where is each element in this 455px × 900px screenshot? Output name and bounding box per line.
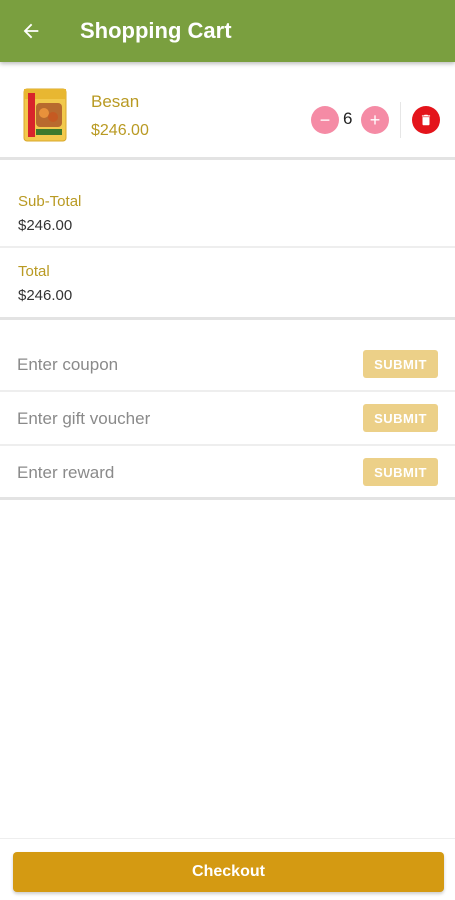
back-button[interactable] <box>0 0 62 62</box>
app-bar: Shopping Cart <box>0 0 455 62</box>
item-divider <box>400 102 401 138</box>
totals-section: Sub-Total $246.00 Total $246.00 <box>0 178 455 320</box>
gift-voucher-row: SUBMIT <box>0 392 455 446</box>
decrease-quantity-button[interactable]: − <box>311 106 339 134</box>
total-value: $246.00 <box>18 287 73 304</box>
reward-row: SUBMIT <box>0 446 455 500</box>
product-name: Besan <box>91 92 140 111</box>
app-root: Shopping Cart Besan $246.00 − 6 + Sub-To… <box>0 0 455 900</box>
gift-voucher-input[interactable] <box>17 404 337 434</box>
increase-quantity-button[interactable]: + <box>361 106 389 134</box>
subtotal-label: Sub-Total <box>18 193 82 210</box>
total-label: Total <box>18 263 50 280</box>
codes-section: SUBMIT SUBMIT SUBMIT <box>0 338 455 500</box>
reward-input[interactable] <box>17 458 337 488</box>
trash-icon <box>421 114 431 126</box>
delete-item-button[interactable] <box>412 106 440 134</box>
arrow-left-icon <box>23 23 39 39</box>
cart-item: Besan $246.00 − 6 + <box>0 62 455 160</box>
gift-voucher-submit-button[interactable]: SUBMIT <box>363 404 438 432</box>
subtotal-row: Sub-Total $246.00 <box>0 178 455 248</box>
page-title: Shopping Cart <box>80 18 232 43</box>
quantity-value: 6 <box>343 109 353 128</box>
bottom-bar: Checkout <box>0 838 455 900</box>
coupon-input[interactable] <box>17 350 337 380</box>
subtotal-value: $246.00 <box>18 217 73 234</box>
product-package-icon <box>22 87 68 143</box>
product-price: $246.00 <box>91 122 149 139</box>
coupon-row: SUBMIT <box>0 338 455 392</box>
total-row: Total $246.00 <box>0 248 455 320</box>
reward-submit-button[interactable]: SUBMIT <box>363 458 438 486</box>
checkout-button[interactable]: Checkout <box>13 852 444 892</box>
coupon-submit-button[interactable]: SUBMIT <box>363 350 438 378</box>
